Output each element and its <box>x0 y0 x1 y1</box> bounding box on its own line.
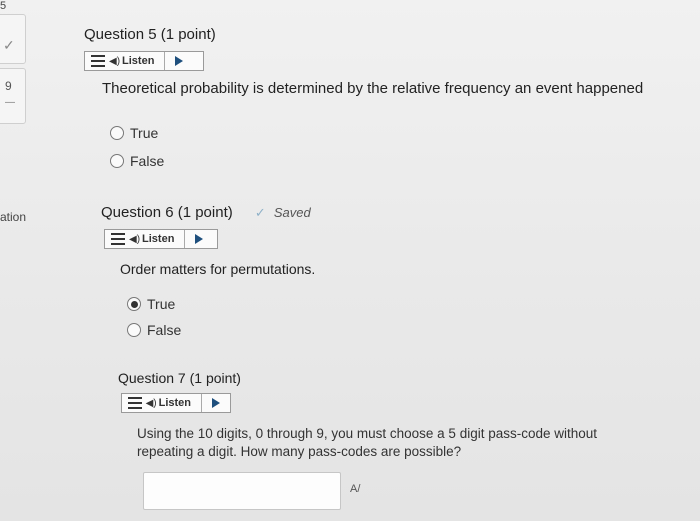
saved-label: Saved <box>273 205 311 220</box>
saved-status: ✓ Saved <box>255 205 311 221</box>
quiz-page: 5 ✓ 9 — ation Question 5 (1 point) ◀) Li… <box>0 0 700 521</box>
choice-false[interactable]: False <box>110 149 164 173</box>
play-icon[interactable] <box>195 234 204 244</box>
choice-label: True <box>130 125 159 141</box>
play-icon[interactable] <box>175 56 184 66</box>
answer-input[interactable] <box>143 472 341 510</box>
listen-button[interactable]: ◀) Listen <box>104 229 218 249</box>
question-text: Theoretical probability is determined by… <box>102 80 644 97</box>
question-text-line-1: Using the 10 digits, 0 through 9, you mu… <box>137 426 598 441</box>
radio-button[interactable] <box>127 323 141 337</box>
listen-label: Listen <box>159 394 202 412</box>
choice-label: False <box>130 153 165 169</box>
menu-icon[interactable] <box>111 233 125 245</box>
question-title: Question 5 (1 point) <box>84 26 216 43</box>
speaker-icon: ◀) <box>129 233 141 245</box>
radio-button-selected[interactable] <box>127 297 141 311</box>
listen-button[interactable]: ◀) Listen <box>84 51 204 71</box>
listen-label: Listen <box>142 230 186 248</box>
choice-list: True False <box>127 292 181 342</box>
rail-section-label: ation <box>0 210 27 224</box>
question-text: Order matters for permutations. <box>120 261 316 277</box>
rail-top-fragment: 5 <box>0 0 7 12</box>
menu-icon[interactable] <box>91 55 105 67</box>
choice-label: True <box>147 296 176 312</box>
question-title-row: Question 6 (1 point) ✓ Saved <box>101 204 311 221</box>
choice-true[interactable]: True <box>127 292 181 316</box>
radio-button[interactable] <box>110 126 124 140</box>
rail-question-card[interactable]: 9 — <box>0 68 26 124</box>
speaker-icon: ◀) <box>145 397 157 409</box>
choice-label: False <box>147 322 182 338</box>
listen-button[interactable]: ◀) Listen <box>121 393 231 413</box>
question-nav-rail: 5 ✓ 9 — ation <box>0 0 28 521</box>
question-5: Question 5 (1 point) ◀) Listen <box>84 26 216 71</box>
rail-dash: — <box>5 97 15 108</box>
question-title: Question 7 (1 point) <box>118 370 241 386</box>
choice-false[interactable]: False <box>127 318 181 342</box>
question-title: Question 6 (1 point) <box>101 204 233 221</box>
radio-button[interactable] <box>110 154 124 168</box>
speaker-icon: ◀) <box>109 55 121 67</box>
question-text-line-2: repeating a digit. How many pass-codes a… <box>137 444 462 459</box>
rail-question-number: 9 <box>5 79 12 93</box>
spellcheck-icon[interactable]: A/ <box>350 483 360 495</box>
rail-check-icon: ✓ <box>3 37 15 53</box>
listen-label: Listen <box>122 52 166 70</box>
rail-question-card[interactable]: ✓ <box>0 14 26 64</box>
choice-true[interactable]: True <box>110 121 164 145</box>
play-icon[interactable] <box>212 398 220 408</box>
question-6: Question 6 (1 point) ✓ Saved <box>101 204 311 221</box>
menu-icon[interactable] <box>128 397 142 409</box>
checkmark-icon: ✓ <box>254 205 266 220</box>
choice-list: True False <box>110 121 164 173</box>
